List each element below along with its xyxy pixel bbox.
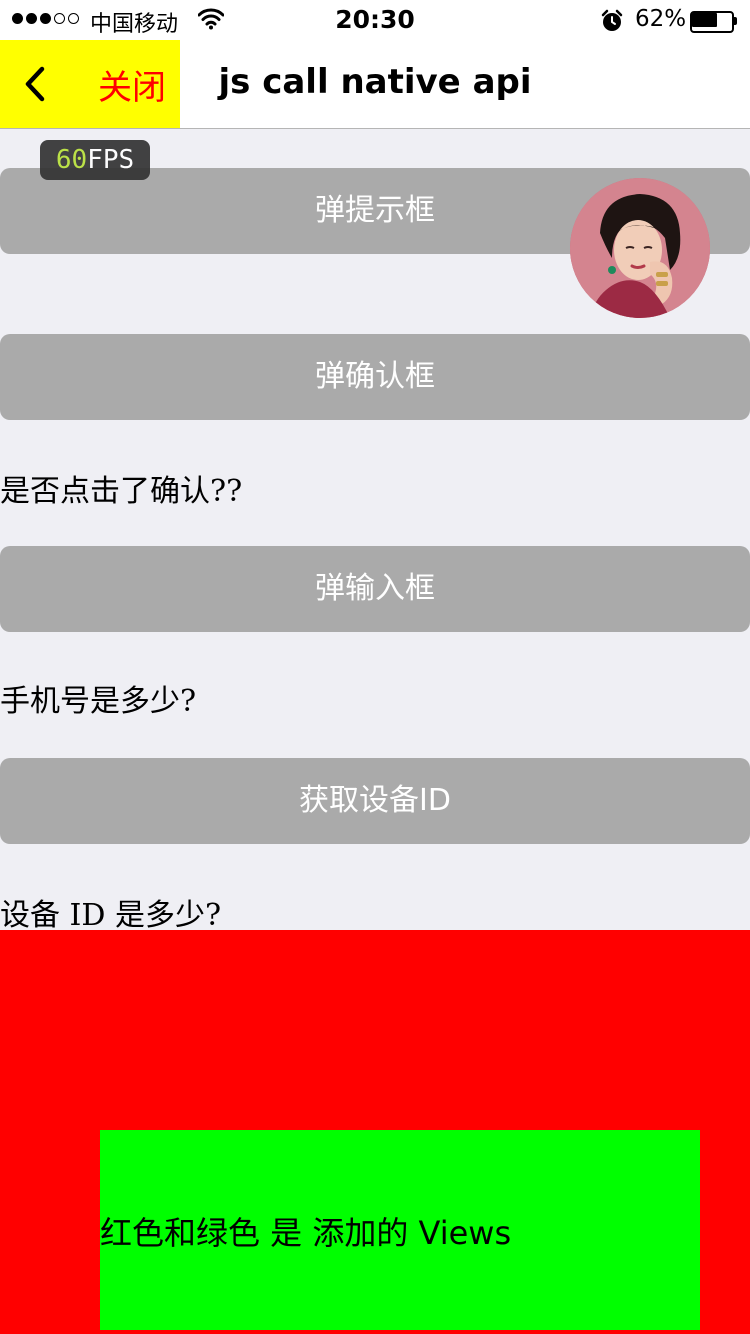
navigation-bar: 关闭 js call native api — [0, 40, 750, 129]
green-native-view: 红色和绿色 是 添加的 Views — [100, 1130, 700, 1330]
avatar[interactable] — [570, 178, 710, 318]
battery-percent: 62% — [635, 6, 687, 32]
fps-unit: FPS — [87, 145, 135, 175]
views-label: 红色和绿色 是 添加的 Views — [100, 1214, 512, 1252]
portrait-image — [570, 178, 710, 318]
page-title: js call native api — [218, 62, 532, 102]
device-id-button[interactable]: 获取设备ID — [0, 758, 750, 844]
device-id-result-text: 设备 ID 是多少? — [0, 898, 222, 933]
prompt-button[interactable]: 弹输入框 — [0, 546, 750, 632]
confirm-result-text: 是否点击了确认?? — [0, 474, 243, 509]
fps-badge: 60FPS — [40, 140, 150, 180]
alarm-clock-icon — [600, 9, 624, 38]
phone-result-text: 手机号是多少? — [0, 684, 197, 719]
fps-value: 60 — [55, 145, 88, 175]
status-bar: 中国移动 20:30 62% — [0, 0, 750, 40]
confirm-button[interactable]: 弹确认框 — [0, 334, 750, 420]
battery-icon — [690, 11, 737, 33]
